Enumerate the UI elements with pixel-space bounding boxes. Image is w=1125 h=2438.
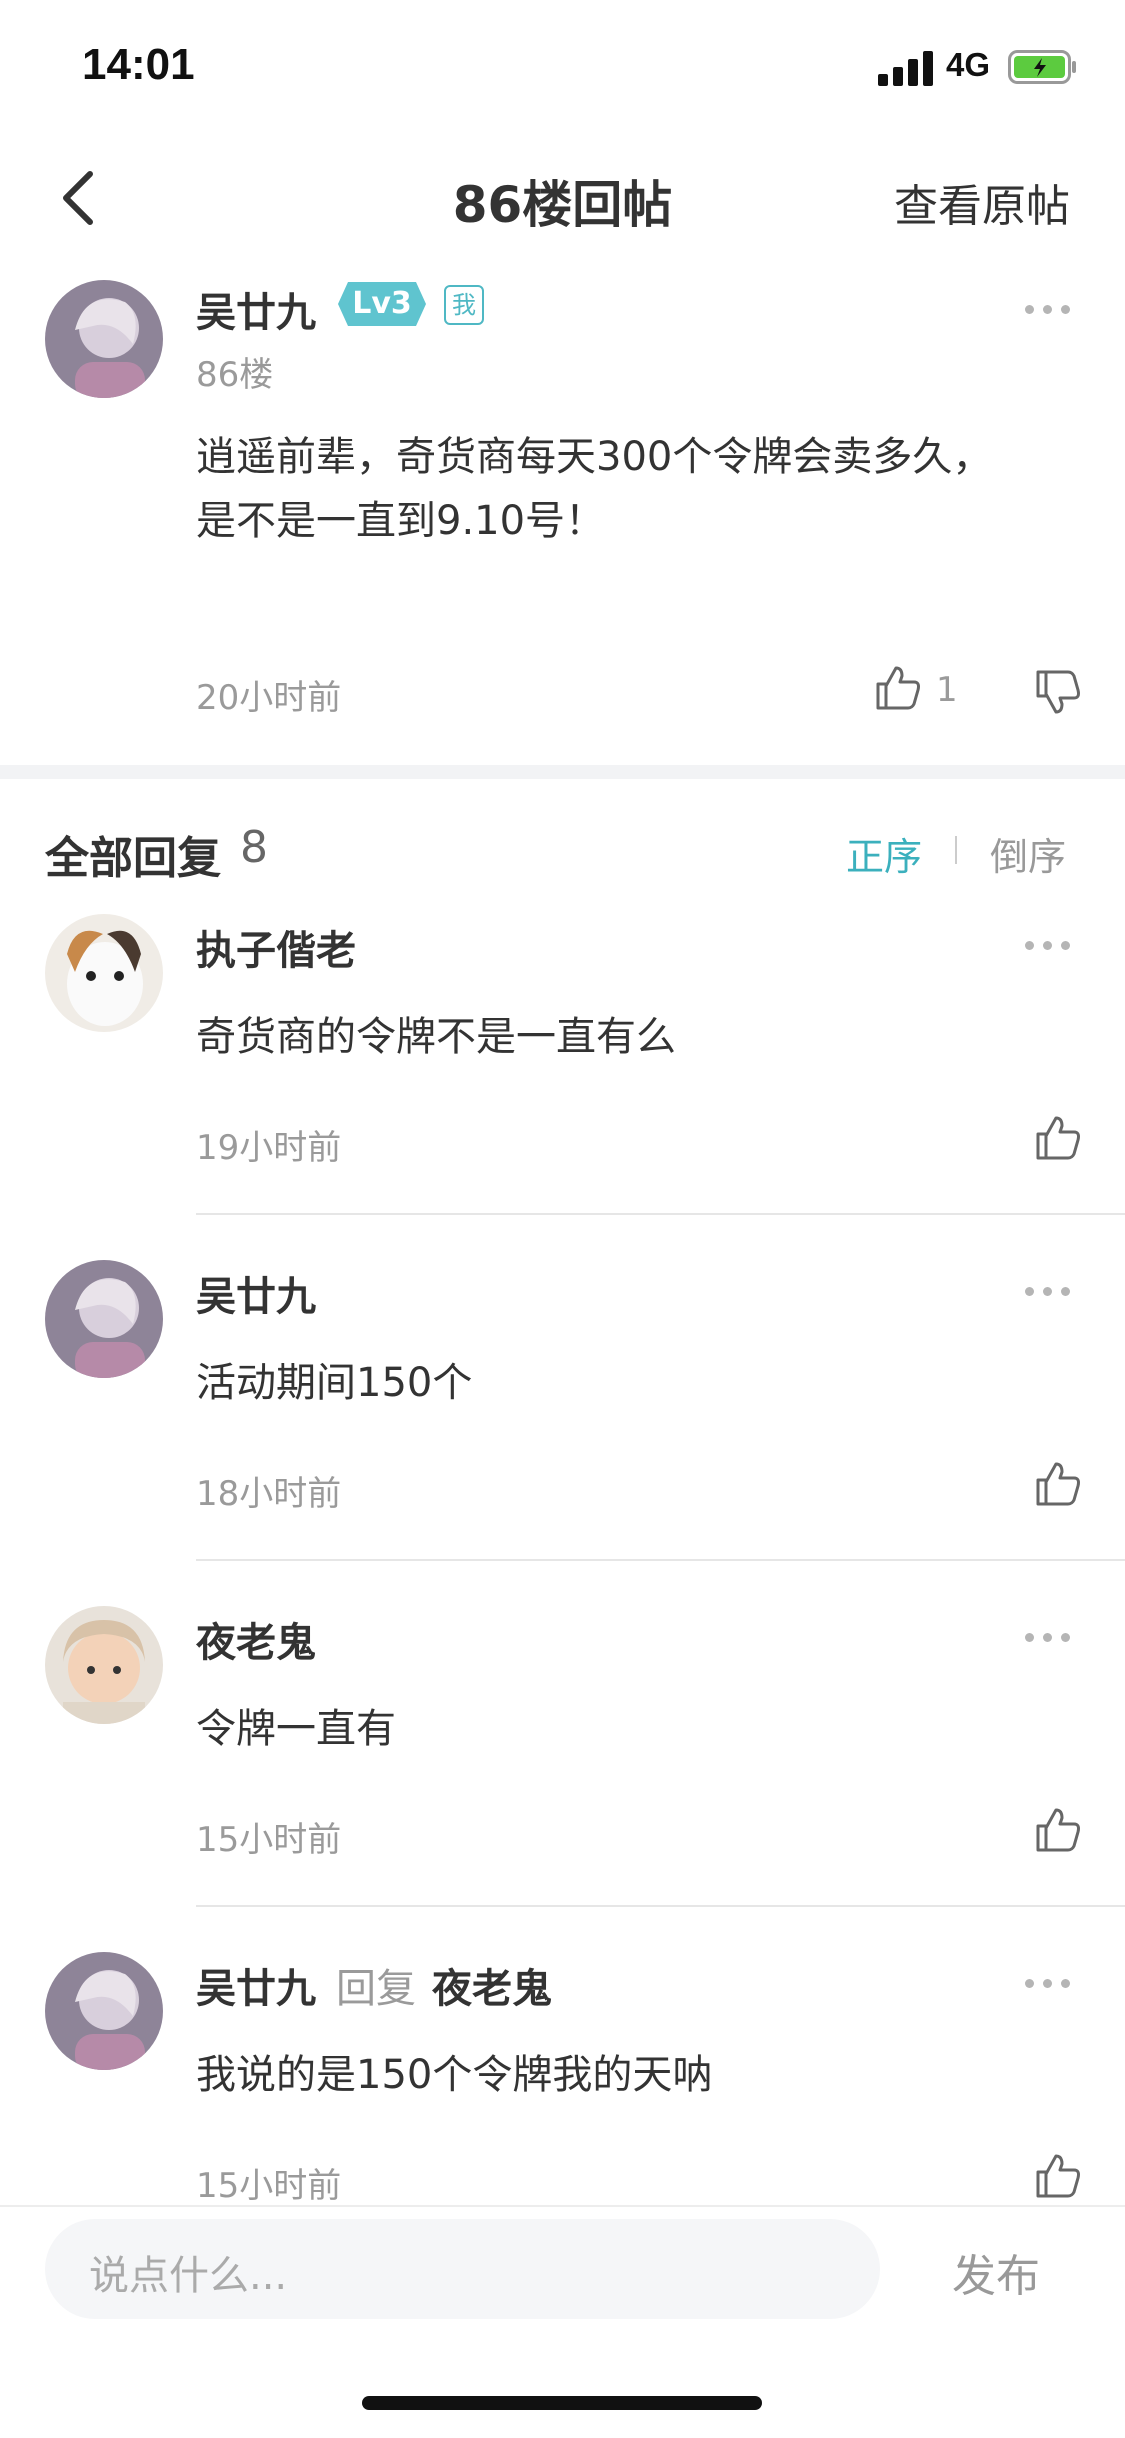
- section-divider: [0, 765, 1125, 779]
- reply-divider: [196, 1213, 1125, 1215]
- sort-ascending[interactable]: 正序: [846, 826, 922, 881]
- post-content-line1: 逍遥前辈，奇货商每天300个令牌会卖多久，: [196, 434, 993, 480]
- sort-descending[interactable]: 倒序: [990, 826, 1066, 881]
- like-button[interactable]: [1034, 1460, 1082, 1512]
- reply-author[interactable]: 吴廿九: [196, 1956, 316, 2014]
- like-button[interactable]: [1034, 1114, 1082, 1166]
- reply-author[interactable]: 夜老鬼: [196, 1610, 316, 1668]
- network-type: 4G: [946, 46, 991, 83]
- like-count: 1: [936, 670, 958, 710]
- reply-to-label: 回复: [336, 1966, 416, 2012]
- avatar[interactable]: [45, 1606, 163, 1724]
- avatar[interactable]: [45, 1952, 163, 2070]
- sort-divider: [955, 836, 957, 864]
- home-indicator[interactable]: [362, 2396, 762, 2410]
- reply-content: 活动期间150个: [196, 1360, 473, 1406]
- comment-input[interactable]: 说点什么...: [45, 2219, 880, 2319]
- reply-time: 18小时前: [196, 1474, 342, 1514]
- reply-content: 奇货商的令牌不是一直有么: [196, 1014, 676, 1060]
- post-time: 20小时前: [196, 678, 342, 718]
- like-button[interactable]: [1034, 1806, 1082, 1858]
- reply-divider: [196, 1905, 1125, 1907]
- reply-content: 我说的是150个令牌我的天呐: [196, 2052, 713, 2098]
- reply-time: 19小时前: [196, 1128, 342, 1168]
- publish-button[interactable]: 发布: [952, 2240, 1040, 2304]
- thumbs-up-icon: [1036, 1462, 1080, 1506]
- thumbs-up-icon: [1036, 2154, 1080, 2198]
- reply-author[interactable]: 执子偕老: [196, 918, 356, 976]
- replies-count: 8: [240, 822, 268, 873]
- battery-icon: [1008, 50, 1078, 88]
- reply-time: 15小时前: [196, 2166, 342, 2206]
- thumbs-up-icon: [1036, 1116, 1080, 1160]
- level-badge: Lv3: [338, 282, 426, 326]
- reply-to-user[interactable]: 夜老鬼: [432, 1956, 552, 2014]
- more-icon[interactable]: [1025, 305, 1073, 317]
- post-author[interactable]: 吴廿九: [196, 280, 316, 338]
- thumbs-up-icon: [1036, 1808, 1080, 1852]
- thumbs-down-icon: [1036, 670, 1080, 714]
- me-badge: 我: [444, 285, 484, 325]
- dislike-button[interactable]: [1034, 668, 1082, 720]
- reply-time: 15小时前: [196, 1820, 342, 1860]
- avatar[interactable]: [45, 280, 163, 398]
- floor-number: 86楼: [196, 355, 274, 395]
- more-icon[interactable]: [1025, 941, 1073, 953]
- comment-placeholder: 说点什么...: [89, 2253, 288, 2299]
- replies-label: 全部回复: [45, 833, 221, 884]
- status-time: 14:01: [82, 40, 195, 89]
- reply-divider: [196, 1559, 1125, 1561]
- reply-author[interactable]: 吴廿九: [196, 1264, 316, 1322]
- more-icon[interactable]: [1025, 1979, 1073, 1991]
- view-original-button[interactable]: 查看原帖: [894, 170, 1070, 234]
- more-icon[interactable]: [1025, 1287, 1073, 1299]
- thumbs-up-icon: [876, 666, 920, 710]
- more-icon[interactable]: [1025, 1633, 1073, 1645]
- signal-icon: [878, 50, 936, 86]
- post-content-line2: 是不是一直到9.10号！: [196, 498, 606, 544]
- like-button[interactable]: [1034, 2152, 1082, 2204]
- like-button[interactable]: [874, 664, 922, 716]
- avatar[interactable]: [45, 914, 163, 1032]
- avatar[interactable]: [45, 1260, 163, 1378]
- reply-content: 令牌一直有: [196, 1706, 396, 1752]
